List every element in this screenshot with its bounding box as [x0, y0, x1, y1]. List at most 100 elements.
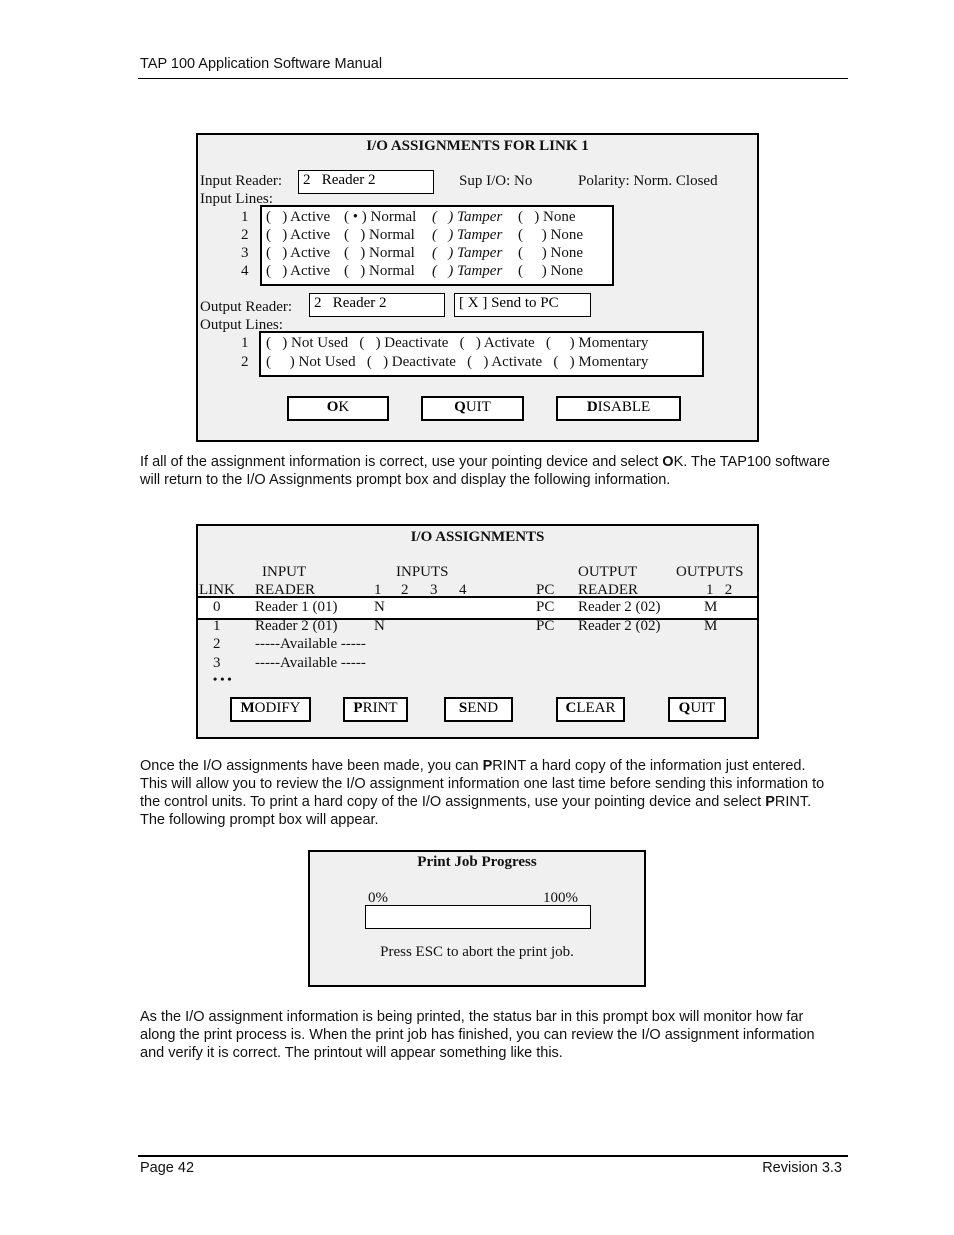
none-radio[interactable]: ( ) None [518, 209, 575, 226]
footer-rule [138, 1155, 848, 1157]
input-line-number: 4 [241, 263, 249, 279]
hotkey: P [353, 700, 363, 716]
modify-button[interactable]: MODIFY [230, 697, 311, 722]
hotkey: S [458, 700, 468, 716]
cell-outputs: M [704, 599, 718, 615]
cell-output-reader: Reader 2 (02) [578, 599, 661, 615]
table-row[interactable]: 1 Reader 2 (01) N PC Reader 2 (02) M [198, 618, 757, 636]
none-radio[interactable]: ( ) None [518, 245, 583, 262]
tamper-radio[interactable]: ( ) Tamper [432, 227, 502, 244]
io-assignments-dialog: I/O ASSIGNMENTS INPUT INPUTS OUTPUT OUTP… [196, 524, 759, 739]
cell-link: 1 [213, 617, 221, 634]
io-assignments-link-dialog: I/O ASSIGNMENTS FOR LINK 1 Input Reader:… [196, 133, 759, 442]
quit-button[interactable]: QUIT [668, 697, 726, 722]
none-radio[interactable]: ( ) None [518, 227, 583, 244]
normal-radio[interactable]: ( ) Normal [344, 227, 415, 244]
cell-link: 2 [213, 636, 221, 652]
input-reader-field[interactable]: 2 Reader 2 [298, 170, 434, 194]
cell-pc: PC [536, 599, 555, 615]
sup-io-label: Sup I/O: No [459, 173, 533, 189]
text: Once the I/O assignments have been made,… [140, 758, 483, 774]
button-label: UIT [690, 700, 716, 716]
button-label: ODIFY [254, 700, 301, 716]
disable-button[interactable]: DISABLE [556, 396, 681, 421]
paragraph: As the I/O assignment information is bei… [140, 1009, 815, 1061]
hotkey: Q [454, 399, 466, 415]
table-row[interactable]: 3 -----Available ----- [198, 655, 757, 673]
hotkey: O [326, 399, 339, 415]
active-radio[interactable]: ( ) Active [266, 263, 330, 280]
selection-border [198, 596, 757, 598]
send-to-pc-checkbox[interactable]: [ X ] Send to PC [454, 293, 591, 317]
none-radio[interactable]: ( ) None [518, 263, 583, 280]
normal-radio[interactable]: ( ) Normal [344, 245, 415, 262]
print-progress-dialog: Print Job Progress 0% 100% Press ESC to … [308, 850, 646, 987]
hotkey-ref: P [765, 794, 775, 810]
button-label: END [467, 700, 499, 716]
normal-radio[interactable]: ( ) Normal [344, 263, 415, 280]
tamper-radio[interactable]: ( ) Tamper [432, 209, 502, 226]
input-reader-label: Input Reader: [200, 173, 283, 189]
cell-input-reader: -----Available ----- [255, 636, 366, 652]
output-reader-field[interactable]: 2 Reader 2 [309, 293, 445, 317]
hotkey-ref: O [662, 454, 674, 470]
print-progress-bar [365, 905, 591, 929]
quit-button[interactable]: QUIT [421, 396, 524, 421]
normal-radio[interactable]: ( • ) Normal [344, 209, 416, 226]
button-label: RINT [362, 700, 398, 716]
polarity-label: Polarity: Norm. Closed [578, 173, 718, 189]
page-number: Page 42 [140, 1160, 195, 1176]
send-button[interactable]: SEND [444, 697, 513, 722]
paragraph: Once the I/O assignments have been made,… [140, 757, 830, 829]
more-rows-ellipsis: • • • [213, 672, 232, 686]
col-header: INPUTS [396, 564, 449, 580]
col-header: INPUT [262, 564, 307, 580]
ok-button[interactable]: OK [287, 396, 389, 421]
cell-inputs: N [374, 599, 385, 615]
hotkey: D [586, 399, 598, 415]
running-header: TAP 100 Application Software Manual [140, 56, 383, 72]
cell-input-reader: Reader 1 (01) [255, 599, 338, 615]
cell-input-reader: Reader 2 (01) [255, 617, 338, 634]
tamper-radio[interactable]: ( ) Tamper [432, 263, 502, 280]
hotkey-ref: P [482, 758, 493, 774]
hotkey: M [240, 700, 255, 716]
output-line-options[interactable]: ( ) Not Used ( ) Deactivate ( ) Activate… [266, 354, 648, 371]
revision-label: Revision 3.3 [762, 1160, 842, 1176]
cell-pc: PC [536, 617, 555, 634]
button-label: UIT [465, 399, 491, 415]
header-rule [138, 78, 848, 79]
active-radio[interactable]: ( ) Active [266, 245, 330, 262]
col-header: OUTPUT [578, 564, 638, 580]
table-row[interactable]: 2 -----Available ----- [198, 636, 757, 654]
dialog-title: Print Job Progress [417, 854, 537, 870]
input-line-number: 3 [241, 245, 249, 261]
hotkey: C [565, 700, 577, 716]
table-row[interactable]: 0 Reader 1 (01) N PC Reader 2 (02) M [198, 599, 757, 617]
cell-output-reader: Reader 2 (02) [578, 617, 661, 634]
dialog-title: I/O ASSIGNMENTS [410, 529, 545, 545]
button-label: ISABLE [597, 399, 651, 415]
output-line-number: 1 [241, 335, 249, 351]
dialog-title: I/O ASSIGNMENTS FOR LINK 1 [366, 138, 589, 154]
abort-hint: Press ESC to abort the print job. [380, 944, 574, 960]
active-radio[interactable]: ( ) Active [266, 209, 330, 226]
text: If all of the assignment information is … [140, 454, 663, 470]
cell-outputs: M [704, 617, 718, 634]
active-radio[interactable]: ( ) Active [266, 227, 330, 244]
output-reader-label: Output Reader: [200, 299, 293, 315]
button-label: K [338, 399, 350, 415]
print-button[interactable]: PRINT [343, 697, 408, 722]
tamper-radio[interactable]: ( ) Tamper [432, 245, 502, 262]
cell-inputs: N [374, 617, 385, 634]
hotkey: Q [678, 700, 691, 716]
output-line-options[interactable]: ( ) Not Used ( ) Deactivate ( ) Activate… [266, 335, 648, 352]
cell-link: 3 [213, 654, 221, 671]
col-header: OUTPUTS [676, 564, 744, 580]
input-line-number: 2 [241, 227, 249, 243]
cell-input-reader: -----Available ----- [255, 654, 366, 671]
output-line-number: 2 [241, 354, 249, 370]
button-label: LEAR [576, 700, 616, 716]
clear-button[interactable]: CLEAR [556, 697, 625, 722]
input-line-number: 1 [241, 209, 249, 225]
